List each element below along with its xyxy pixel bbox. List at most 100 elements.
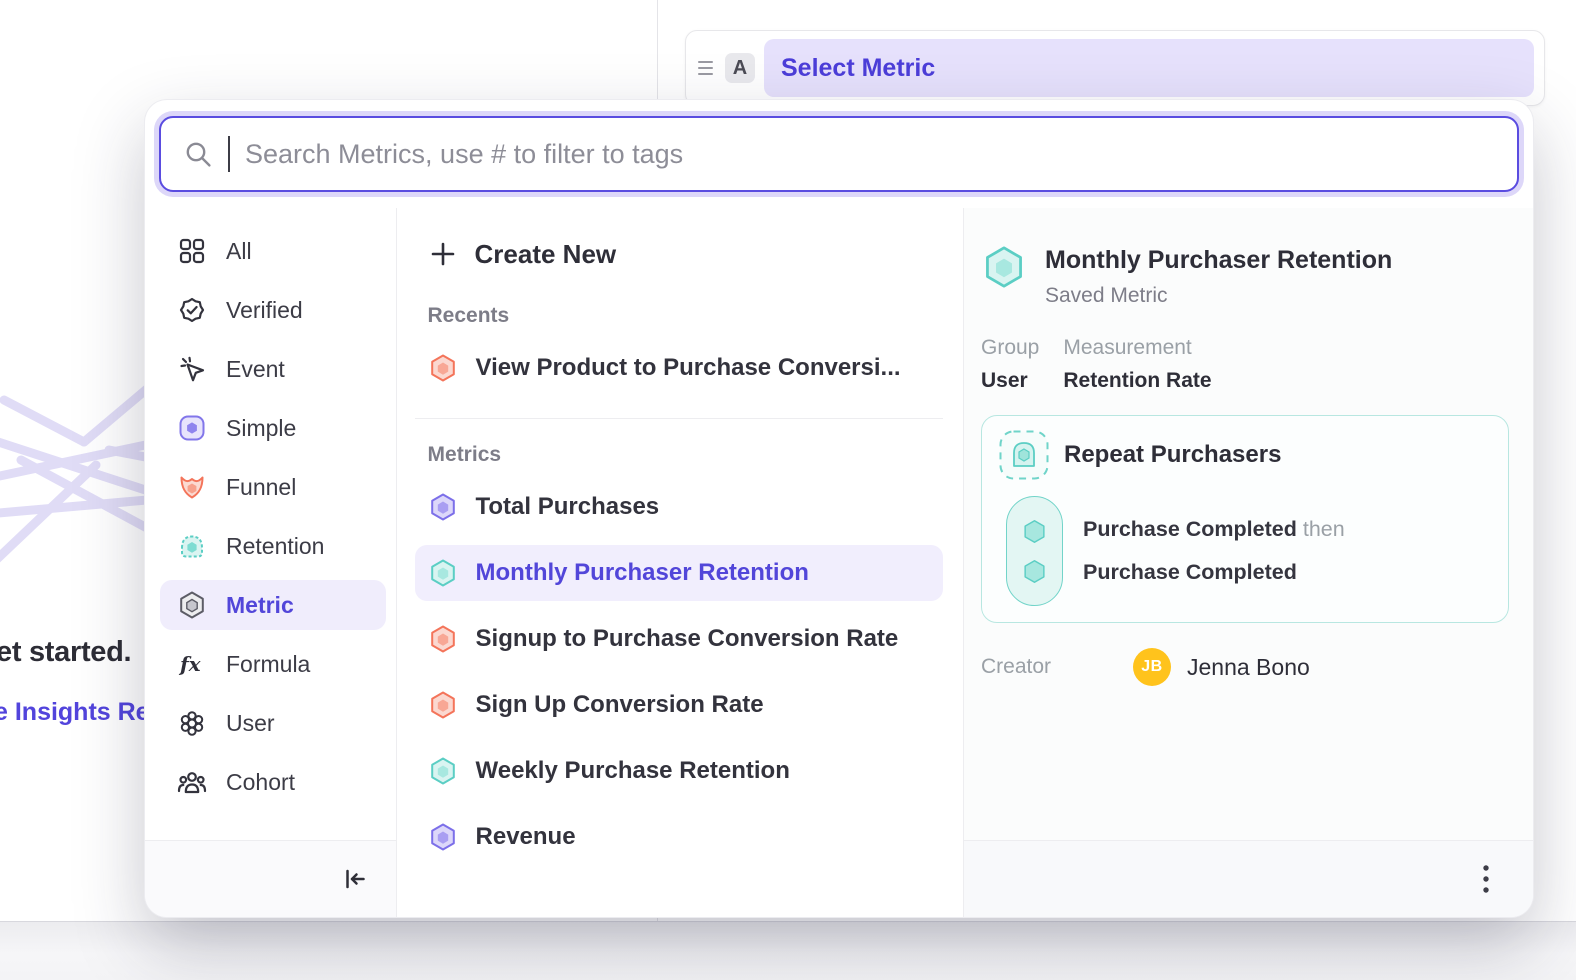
creator-name: Jenna Bono (1187, 654, 1310, 681)
page-bottom-strip (0, 921, 1576, 980)
metric-picker-modal: All Verified Event Simple Funnel Retention Met… (145, 100, 1533, 917)
sidebar-item-label: Simple (226, 415, 296, 442)
sidebar-item-label: All (226, 238, 252, 265)
metric-list-item[interactable]: View Product to Purchase Conversi... (415, 340, 943, 396)
sidebar-footer (145, 840, 396, 917)
sidebar-item-user[interactable]: User (160, 698, 386, 748)
meta-label: Measurement (1063, 336, 1211, 360)
metric-list-item-label: Weekly Purchase Retention (476, 757, 790, 785)
insights-report-link-fragment[interactable]: e Insights Re (0, 698, 150, 727)
details-header: Monthly Purchaser Retention Saved Metric (981, 244, 1509, 308)
section-divider (415, 418, 943, 419)
metric-list-item[interactable]: Monthly Purchaser Retention (415, 545, 943, 601)
definition-card: Repeat Purchasers Purchase Completed the… (981, 415, 1509, 623)
verified-badge-icon (177, 295, 207, 325)
background-heading-fragment: et started. (0, 636, 131, 669)
teal-hexagon-icon (428, 756, 458, 786)
metric-details-panel: Monthly Purchaser Retention Saved Metric… (964, 208, 1533, 917)
step-hexagon-icon (1021, 518, 1048, 545)
metric-hexagon-icon (177, 590, 207, 620)
teal-hexagon-icon (428, 558, 458, 588)
grid-icon (177, 236, 207, 266)
sidebar-item-all[interactable]: All (160, 226, 386, 276)
user-icon (177, 708, 207, 738)
section-title: Recents (428, 304, 943, 328)
details-title: Monthly Purchaser Retention (1045, 246, 1392, 275)
metric-list-item-label: Total Purchases (476, 493, 660, 521)
meta-group: Group User (981, 336, 1039, 393)
svg-text:fx: fx (178, 652, 202, 676)
sidebar-item-label: Funnel (226, 474, 296, 501)
event-cursor-icon (177, 354, 207, 384)
details-subtitle: Saved Metric (1045, 284, 1392, 308)
select-metric-label: Select Metric (781, 54, 935, 83)
text-caret (228, 136, 230, 172)
metric-list-item-label: Sign Up Conversion Rate (476, 691, 764, 719)
search-input[interactable] (245, 139, 1495, 170)
definition-step: Purchase Completed (1083, 560, 1345, 585)
salmon-hexagon-icon (428, 353, 458, 383)
metric-list-item[interactable]: Signup to Purchase Conversion Rate (415, 611, 943, 667)
salmon-hexagon-icon (428, 624, 458, 654)
collapse-sidebar-button[interactable] (338, 863, 370, 895)
retention-definition-icon (998, 429, 1050, 481)
salmon-hexagon-icon (428, 690, 458, 720)
metric-list-item-label: Monthly Purchaser Retention (476, 559, 809, 587)
sidebar-item-retention[interactable]: Retention (160, 521, 386, 571)
metric-list-item-label: Revenue (476, 823, 576, 851)
sidebar-item-event[interactable]: Event (160, 344, 386, 394)
sidebar-item-funnel[interactable]: Funnel (160, 462, 386, 512)
definition-step: Purchase Completed then (1083, 517, 1345, 542)
plus-icon (428, 239, 458, 269)
more-options-button[interactable] (1479, 861, 1493, 897)
filter-sidebar: All Verified Event Simple Funnel Retention Met… (145, 208, 397, 917)
meta-value: Retention Rate (1063, 369, 1211, 393)
create-new-button[interactable]: Create New (415, 228, 943, 280)
sidebar-item-label: Cohort (226, 769, 295, 796)
sidebar-item-label: Metric (226, 592, 294, 619)
sidebar-item-simple[interactable]: Simple (160, 403, 386, 453)
metric-list-item[interactable]: Sign Up Conversion Rate (415, 677, 943, 733)
kebab-menu-icon (1479, 861, 1493, 897)
sidebar-item-metric[interactable]: Metric (160, 580, 386, 630)
meta-value: User (981, 369, 1039, 393)
purple-hexagon-icon (428, 492, 458, 522)
drag-handle-icon[interactable] (694, 61, 717, 75)
sidebar-item-label: Event (226, 356, 285, 383)
meta-label: Group (981, 336, 1039, 360)
creator-row: Creator JB Jenna Bono (981, 648, 1509, 686)
step-connector: then (1297, 517, 1345, 541)
collapse-left-icon (338, 863, 370, 895)
step-hexagon-icon (1021, 558, 1048, 585)
sidebar-item-label: Verified (226, 297, 303, 324)
creator-avatar: JB (1133, 648, 1171, 686)
sidebar-item-verified[interactable]: Verified (160, 285, 386, 335)
metric-type-hexagon-icon (981, 244, 1027, 290)
metric-list-item-label: View Product to Purchase Conversi... (476, 354, 901, 382)
search-box[interactable] (159, 116, 1519, 192)
metric-list-item[interactable]: Revenue (415, 809, 943, 865)
sidebar-item-label: User (226, 710, 275, 737)
formula-icon: fx (177, 649, 207, 679)
series-letter-badge[interactable]: A (725, 53, 755, 83)
creator-label: Creator (981, 655, 1133, 679)
sidebar-item-label: Retention (226, 533, 324, 560)
select-metric-button[interactable]: Select Metric (764, 39, 1534, 97)
sidebar-item-label: Formula (226, 651, 310, 678)
search-icon (183, 139, 213, 169)
definition-name: Repeat Purchasers (1064, 441, 1281, 469)
retention-icon (177, 531, 207, 561)
purple-hexagon-icon (428, 822, 458, 852)
metric-list: Create New Recents View Product to Purch… (397, 208, 964, 917)
sidebar-item-cohort[interactable]: Cohort (160, 757, 386, 807)
sidebar-item-formula[interactable]: fx Formula (160, 639, 386, 689)
funnel-steps-capsule (1006, 496, 1063, 606)
metric-list-item[interactable]: Total Purchases (415, 479, 943, 535)
metric-list-item-label: Signup to Purchase Conversion Rate (476, 625, 899, 653)
metric-list-item[interactable]: Weekly Purchase Retention (415, 743, 943, 799)
create-new-label: Create New (475, 239, 617, 270)
funnel-icon (177, 472, 207, 502)
cohort-icon (177, 767, 207, 797)
metric-row-card: A Select Metric (685, 30, 1545, 106)
section-title: Metrics (428, 443, 943, 467)
